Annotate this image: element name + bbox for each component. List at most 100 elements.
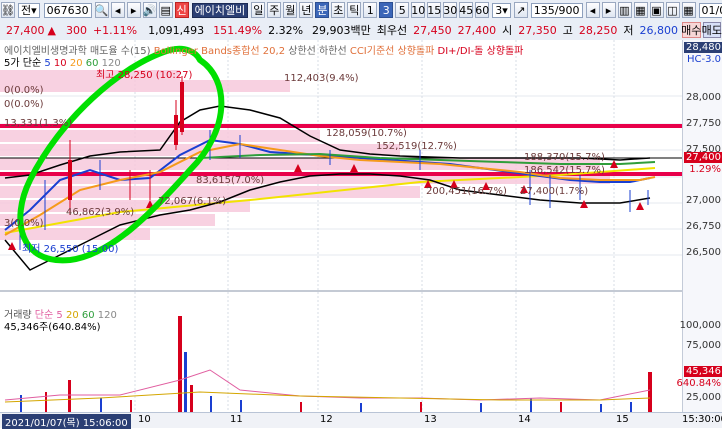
current-price-pct: 1.29% bbox=[689, 164, 721, 175]
current-price: 27,400 bbox=[6, 24, 45, 37]
volume-profile-label-6: 83,615(7.0%) bbox=[196, 175, 264, 186]
best-quote-label: 최우선 bbox=[377, 22, 407, 38]
count-field[interactable]: 135/900 bbox=[531, 3, 583, 18]
window-icon[interactable]: ▣ bbox=[650, 2, 664, 18]
high-label: 고 bbox=[563, 22, 573, 38]
stock-name-value: 에이치엘비 bbox=[195, 2, 246, 18]
period-month[interactable]: 월 bbox=[283, 2, 297, 18]
stock-code-input[interactable]: 067630 bbox=[44, 3, 92, 18]
price-change-pct: +1.11% bbox=[93, 24, 137, 37]
price-axis[interactable]: 28,480 HC-3.0 28,000 27,750 27,500 27,40… bbox=[682, 40, 722, 412]
toolbar-top: ⛓ 전▾ 067630 🔍 ◂ ▸ 🔊 ▤ 신 에이치엘비 일 주 월 년 분 … bbox=[0, 0, 722, 21]
speaker-icon[interactable]: 🔊 bbox=[143, 2, 157, 18]
turnover: 2.32% bbox=[268, 24, 303, 37]
time-label-12: 12 bbox=[320, 414, 333, 425]
volume: 1,091,493 bbox=[148, 24, 204, 37]
interval-60[interactable]: 60 bbox=[475, 2, 489, 18]
volume-ratio: 151.49% bbox=[213, 24, 262, 37]
time-label-10: 10 bbox=[138, 414, 151, 425]
link-icon[interactable]: ⛓ bbox=[1, 2, 15, 18]
prev-stock-icon[interactable]: ◂ bbox=[111, 2, 125, 18]
cci-legend: CCI기준선 상향돌파 bbox=[350, 46, 435, 57]
sma-legend-label: 5가 단순 bbox=[4, 58, 41, 69]
count-value: 135/900 bbox=[534, 4, 580, 17]
volume-tick-25000: 25,000 bbox=[686, 392, 721, 403]
credit-badge: 신 bbox=[175, 2, 189, 18]
price-tick-26500: 26,500 bbox=[686, 247, 721, 258]
interval-5[interactable]: 5 bbox=[395, 2, 409, 18]
sell-button[interactable]: 매수 bbox=[682, 22, 700, 38]
left-profile-label-b: 3(0.0%) bbox=[4, 218, 44, 229]
open-label: 시 bbox=[502, 22, 512, 38]
left-profile-label: 13,331(1.3%) bbox=[4, 118, 72, 129]
price-tick-26750: 26,750 bbox=[686, 221, 721, 232]
sma-legend-20: 20 bbox=[70, 58, 83, 69]
stock-name-field[interactable]: 에이치엘비 bbox=[192, 3, 249, 18]
high-annotation: 최고 28,250 (10:27) bbox=[96, 66, 192, 81]
price-tick-28000: 28,000 bbox=[686, 92, 721, 103]
volume-profile-label-3: 152,519(12.7%) bbox=[376, 141, 457, 152]
next-stock-icon[interactable]: ▸ bbox=[127, 2, 141, 18]
scroll-right-icon[interactable]: ▸ bbox=[602, 2, 616, 18]
grid-icon[interactable]: ▦ bbox=[634, 2, 648, 18]
period-tick[interactable]: 틱 bbox=[347, 2, 361, 18]
period-second[interactable]: 초 bbox=[331, 2, 345, 18]
volume-profile-label-4: 188,370(15.7%) bbox=[524, 152, 605, 163]
low-label: 저 bbox=[623, 22, 633, 38]
interval-10[interactable]: 10 bbox=[411, 2, 425, 18]
interval-select[interactable]: 3▾ bbox=[492, 3, 511, 18]
dmi-legend: DI+/DI-돌 상향돌파 bbox=[438, 46, 524, 57]
period-year[interactable]: 년 bbox=[299, 2, 313, 18]
time-label-14: 14 bbox=[518, 414, 531, 425]
volume-legend-120: 120 bbox=[98, 310, 117, 321]
volume-profile-label-8: 46,862(3.9%) bbox=[66, 207, 134, 218]
buy-button[interactable]: 매도 bbox=[703, 22, 721, 38]
sma-legend-5: 5 bbox=[44, 58, 50, 69]
volume-profile-label-10: 27,400(1.7%) bbox=[520, 186, 588, 197]
settings-menu-icon[interactable]: ▤ bbox=[159, 2, 173, 18]
zoom-in-icon[interactable]: ↗ bbox=[514, 2, 528, 18]
legend-right-tag: HC-3.0 bbox=[687, 54, 721, 65]
low-price: 26,800 bbox=[640, 24, 679, 37]
date-field[interactable]: 01/08 bbox=[699, 3, 722, 18]
chart-area[interactable] bbox=[0, 40, 682, 412]
fit-icon[interactable]: ▥ bbox=[618, 2, 632, 18]
volume-profile-label-9: 200,451(16.7%) bbox=[426, 186, 507, 197]
lower-band-legend: 하한선 bbox=[319, 46, 347, 57]
price-tick-27000: 27,000 bbox=[686, 195, 721, 206]
time-label-13: 13 bbox=[424, 414, 437, 425]
calendar-icon[interactable]: ▦ bbox=[682, 2, 696, 18]
restore-icon[interactable]: ◫ bbox=[666, 2, 680, 18]
interval-3[interactable]: 3 bbox=[379, 2, 393, 18]
current-price-tag: 27,400 bbox=[684, 152, 722, 163]
time-label-11: 11 bbox=[230, 414, 243, 425]
zero-label-a: 0(0.0%) bbox=[4, 85, 44, 96]
best-bid: 27,400 bbox=[458, 24, 497, 37]
volume-tick-100000: 100,000 bbox=[680, 320, 721, 331]
time-axis-right-label: 15:30:00 bbox=[682, 414, 722, 425]
exchange-select[interactable]: 전▾ bbox=[18, 3, 40, 18]
top-price-tag: 28,480 bbox=[684, 42, 722, 53]
interval-1[interactable]: 1 bbox=[363, 2, 377, 18]
interval-45[interactable]: 45 bbox=[459, 2, 473, 18]
interval-15[interactable]: 15 bbox=[427, 2, 441, 18]
period-day[interactable]: 일 bbox=[251, 2, 265, 18]
exchange-label: 전 bbox=[21, 2, 31, 18]
scroll-left-icon[interactable]: ◂ bbox=[586, 2, 600, 18]
upper-band-legend: 상한선 bbox=[288, 46, 316, 57]
price-change: 300 bbox=[66, 24, 87, 37]
best-ask: 27,450 bbox=[413, 24, 452, 37]
up-arrow-icon: ▲ bbox=[48, 24, 56, 37]
period-week[interactable]: 주 bbox=[267, 2, 281, 18]
interval-30[interactable]: 30 bbox=[443, 2, 457, 18]
low-annotation: 최저 26,550 (15:00) bbox=[22, 240, 118, 255]
quote-bar: 27,400 ▲ 300 +1.11% 1,091,493 151.49% 2.… bbox=[0, 20, 722, 41]
sma-legend-10: 10 bbox=[54, 58, 67, 69]
period-minute[interactable]: 분 bbox=[315, 2, 329, 18]
search-icon[interactable]: 🔍 bbox=[95, 2, 109, 18]
volume-tick-75000: 75,000 bbox=[686, 340, 721, 351]
time-label-15: 15 bbox=[616, 414, 629, 425]
time-axis[interactable]: 2021/01/07(목) 15:06:00 10 11 12 13 14 15… bbox=[0, 412, 722, 428]
volume-profile-label-1: 112,403(9.4%) bbox=[284, 73, 359, 84]
price-tick-27750: 27,750 bbox=[686, 118, 721, 129]
